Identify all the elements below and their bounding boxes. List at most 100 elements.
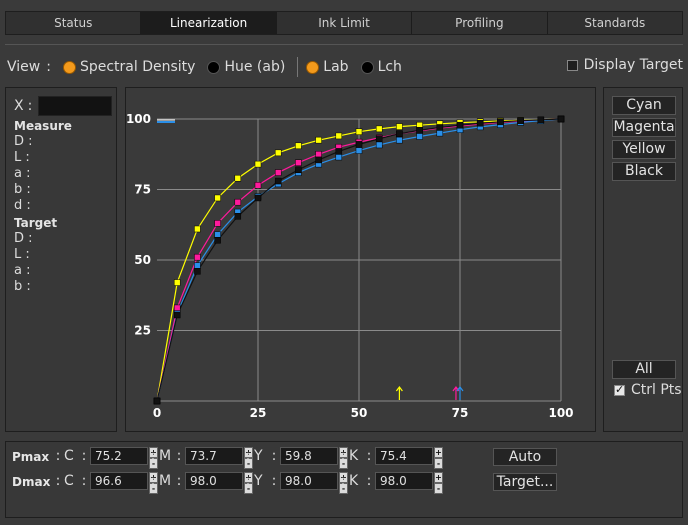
option-hue-ab[interactable]: Hue (ab) bbox=[207, 59, 285, 75]
linearization-chart[interactable]: 0 25 50 75 100 25 50 75 100 bbox=[125, 87, 596, 432]
y-tick-label: 75 bbox=[134, 183, 151, 197]
radio-unselected-icon[interactable] bbox=[360, 60, 374, 74]
dmax-value-input[interactable]: 96.6 bbox=[90, 472, 148, 490]
channel-label: C bbox=[64, 473, 74, 489]
pmax-value-input[interactable]: 73.7 bbox=[185, 447, 243, 465]
x-value-field[interactable] bbox=[38, 96, 113, 116]
measure-l: L : bbox=[14, 150, 30, 165]
y-tick-label: 25 bbox=[134, 324, 151, 338]
dmax-value-input[interactable]: 98.0 bbox=[280, 472, 338, 490]
data-point bbox=[194, 253, 201, 261]
channel-label: Y bbox=[254, 448, 263, 464]
target-button[interactable]: Target... bbox=[493, 473, 557, 491]
data-point bbox=[173, 279, 181, 286]
magenta-button[interactable]: Magenta bbox=[612, 118, 676, 137]
divider bbox=[5, 44, 683, 45]
field-colon: : bbox=[150, 448, 156, 464]
pmax-value-input[interactable]: 59.8 bbox=[280, 447, 338, 465]
data-point bbox=[355, 128, 363, 135]
pmax-dmax-panel: Pmax Dmax : C:75.2 + -: M:73.7 + -: Y:59.8 + -: K:… bbox=[5, 441, 683, 518]
cyan-button[interactable]: Cyan bbox=[612, 96, 676, 115]
data-point bbox=[274, 169, 282, 176]
pmax-c-field: : C:75.2 + - bbox=[52, 447, 158, 469]
data-point bbox=[335, 153, 343, 161]
tab-ink-limit[interactable]: Ink Limit bbox=[276, 12, 413, 34]
checkbox-icon[interactable] bbox=[566, 59, 578, 71]
data-point bbox=[396, 136, 403, 144]
channel-label: K bbox=[349, 448, 359, 464]
data-point bbox=[355, 141, 363, 148]
yellow-button[interactable]: Yellow bbox=[612, 140, 676, 159]
data-point bbox=[173, 311, 181, 319]
spinner[interactable]: + - bbox=[434, 472, 443, 494]
target-l: L : bbox=[14, 247, 30, 262]
data-point bbox=[315, 151, 322, 158]
measure-title: Measure bbox=[14, 119, 72, 133]
option-label: Lab bbox=[323, 59, 349, 75]
data-point bbox=[396, 123, 403, 130]
black-button[interactable]: Black bbox=[612, 162, 676, 181]
ctrl-pts-toggle[interactable]: Ctrl Pts bbox=[614, 382, 682, 398]
chart-canvas[interactable]: 0 25 50 75 100 25 50 75 100 bbox=[126, 88, 595, 431]
y-tick-label: 100 bbox=[126, 112, 151, 126]
x-tick-label: 25 bbox=[250, 406, 267, 420]
tab-profiling[interactable]: Profiling bbox=[412, 12, 548, 34]
option-lab[interactable]: Lab bbox=[306, 59, 349, 75]
dmax-value-input[interactable]: 98.0 bbox=[375, 472, 433, 490]
view-options: View : Spectral Density Hue (ab) Lab Lch bbox=[7, 57, 414, 77]
pmax-value-input[interactable]: 75.2 bbox=[90, 447, 148, 465]
data-point bbox=[436, 124, 444, 131]
data-point bbox=[274, 149, 282, 157]
data-point bbox=[254, 194, 262, 202]
data-point bbox=[315, 156, 322, 164]
channel-panel: Cyan Magenta Yellow Black All Ctrl Pts bbox=[603, 87, 683, 432]
spin-up-icon[interactable]: + bbox=[434, 447, 443, 458]
divider bbox=[297, 57, 299, 77]
data-point bbox=[456, 121, 464, 129]
measure-a: a : bbox=[14, 166, 31, 181]
measure-d: D : bbox=[14, 134, 33, 149]
field-colon: : bbox=[271, 473, 277, 489]
data-point bbox=[416, 133, 423, 140]
checkbox-checked-icon[interactable] bbox=[614, 383, 625, 396]
data-point bbox=[375, 135, 383, 142]
radio-selected-icon[interactable] bbox=[306, 60, 320, 74]
field-colon: : bbox=[366, 473, 372, 489]
dmax-m-field: : M:98.0 + - bbox=[147, 472, 253, 494]
pmax-m-field: : M:73.7 + - bbox=[147, 447, 253, 469]
x-colon: : bbox=[27, 98, 33, 114]
tab-status[interactable]: Status bbox=[6, 12, 142, 34]
target-title: Target bbox=[14, 216, 58, 230]
spinner[interactable]: + - bbox=[434, 447, 443, 469]
data-point bbox=[315, 136, 322, 144]
field-colon: : bbox=[55, 473, 61, 489]
data-point bbox=[537, 116, 545, 124]
field-colon: : bbox=[81, 473, 87, 489]
x-tick-label: 0 bbox=[153, 406, 161, 420]
data-point bbox=[335, 132, 343, 140]
data-point bbox=[295, 142, 302, 150]
data-point bbox=[557, 115, 565, 123]
display-target-toggle[interactable]: Display Target bbox=[566, 57, 683, 73]
spin-down-icon[interactable]: - bbox=[434, 483, 443, 494]
data-point bbox=[234, 198, 242, 206]
x-tick-label: 75 bbox=[452, 406, 469, 420]
spin-down-icon[interactable]: - bbox=[434, 458, 443, 469]
all-button[interactable]: All bbox=[612, 360, 676, 379]
display-target-label: Display Target bbox=[583, 57, 683, 73]
dmax-c-field: : C:96.6 + - bbox=[52, 472, 158, 494]
option-spectral-density[interactable]: Spectral Density bbox=[62, 59, 195, 75]
auto-button[interactable]: Auto bbox=[493, 448, 557, 466]
tab-standards[interactable]: Standards bbox=[547, 12, 683, 34]
radio-unselected-icon[interactable] bbox=[207, 60, 221, 74]
radio-selected-icon[interactable] bbox=[62, 60, 76, 74]
spin-up-icon[interactable]: + bbox=[434, 472, 443, 483]
pmax-value-input[interactable]: 75.4 bbox=[375, 447, 433, 465]
tab-bar: Status Linearization Ink Limit Profiling… bbox=[5, 11, 683, 35]
dmax-value-input[interactable]: 98.0 bbox=[185, 472, 243, 490]
data-point bbox=[214, 237, 221, 244]
option-lch[interactable]: Lch bbox=[360, 59, 402, 75]
tab-linearization[interactable]: Linearization bbox=[141, 12, 277, 34]
data-point bbox=[234, 213, 242, 220]
data-point bbox=[214, 231, 221, 238]
